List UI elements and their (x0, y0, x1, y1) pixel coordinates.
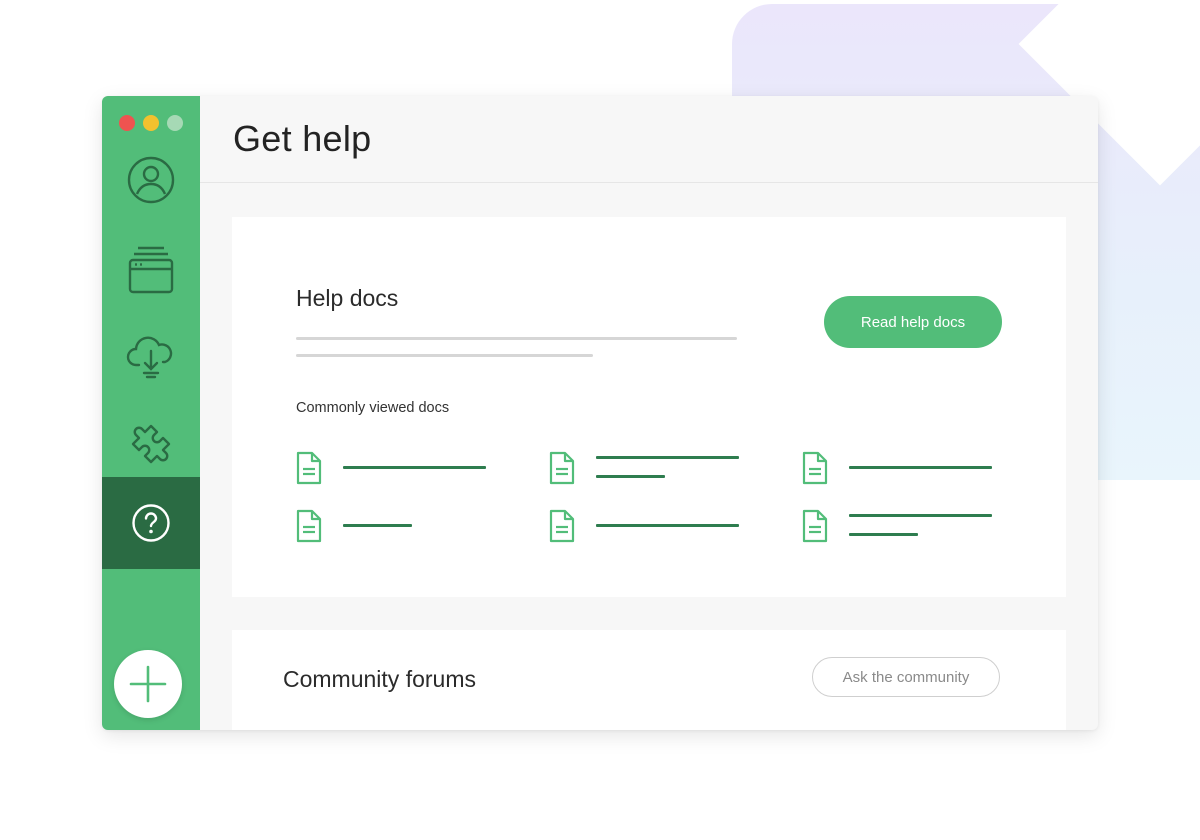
plus-icon (129, 665, 167, 703)
sidebar-help-icon-wrap (102, 477, 200, 569)
page-header: Get help (200, 96, 1098, 183)
doc-link[interactable] (802, 507, 1002, 547)
puzzle-icon (131, 424, 171, 464)
doc-title-line (596, 456, 739, 459)
community-forums-card: Community forums Ask the community (232, 630, 1066, 730)
app-window: Get help Help docs Read help docs Common… (102, 96, 1098, 730)
doc-title-line (849, 533, 918, 536)
user-circle-icon (127, 156, 175, 204)
document-icon (296, 451, 322, 485)
doc-title-line (596, 524, 739, 527)
doc-title-line (343, 466, 486, 469)
page-title: Get help (233, 118, 372, 159)
doc-link[interactable] (549, 507, 749, 547)
help-docs-title: Help docs (296, 285, 399, 311)
help-docs-card: Help docs Read help docs Commonly viewed… (232, 217, 1066, 597)
document-icon (802, 509, 828, 543)
doc-title-line (343, 524, 412, 527)
sidebar-item-projects[interactable] (102, 242, 200, 298)
document-icon (296, 509, 322, 543)
read-help-docs-button[interactable]: Read help docs (824, 296, 1002, 348)
doc-title-line (849, 514, 992, 517)
window-minimize-button[interactable] (143, 115, 159, 131)
sidebar-item-integrations[interactable] (102, 412, 200, 468)
sidebar-item-help[interactable] (102, 477, 200, 569)
sidebar-item-profile[interactable] (102, 152, 200, 208)
doc-title-line (596, 475, 665, 478)
document-icon (549, 509, 575, 543)
question-circle-icon (132, 504, 170, 542)
doc-link[interactable] (802, 449, 1002, 489)
doc-link[interactable] (549, 449, 749, 489)
community-forums-title: Community forums (283, 666, 476, 692)
window-close-button[interactable] (119, 115, 135, 131)
doc-link[interactable] (296, 449, 496, 489)
cloud-download-icon (126, 336, 173, 379)
window-maximize-button[interactable] (167, 115, 183, 131)
placeholder-line (296, 337, 737, 340)
commonly-viewed-label: Commonly viewed docs (296, 400, 450, 416)
sidebar-item-deploy[interactable] (102, 328, 200, 384)
ask-community-button[interactable]: Ask the community (812, 657, 1000, 697)
placeholder-line (296, 354, 593, 357)
document-icon (802, 451, 828, 485)
document-icon (549, 451, 575, 485)
doc-link[interactable] (296, 507, 496, 547)
doc-title-line (849, 466, 992, 469)
sidebar (102, 96, 200, 730)
add-button[interactable] (114, 650, 182, 718)
window-stack-icon (128, 246, 174, 294)
